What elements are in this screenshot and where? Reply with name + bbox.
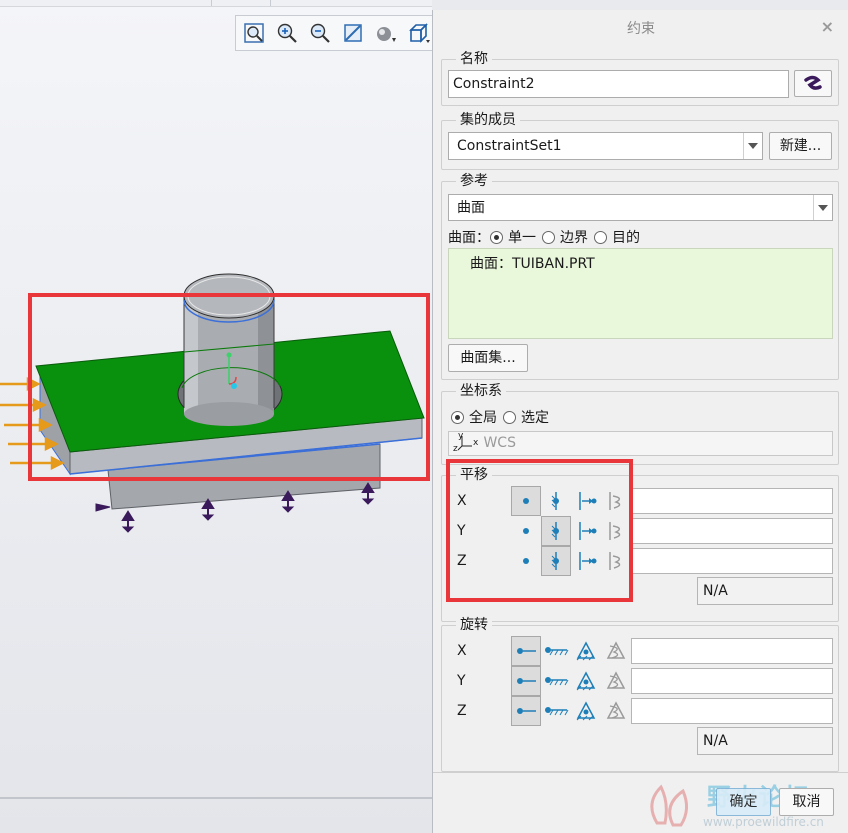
rotation-x-rot-prescribed-icon[interactable]: [571, 636, 601, 666]
shading-icon[interactable]: [374, 21, 398, 45]
translation-z-free-icon[interactable]: [511, 546, 541, 576]
surface-option-row: 曲面： 单一 边界 目的: [448, 227, 646, 247]
rotation-y-rot-free-icon[interactable]: [511, 666, 541, 696]
csys-option-row: 全局 选定: [451, 407, 555, 427]
rotation-z-rot-prescribed-icon[interactable]: [571, 696, 601, 726]
radio-boundary[interactable]: [542, 231, 555, 244]
radio-single-label: 单一: [508, 230, 536, 246]
rotation-z-label: Z: [457, 703, 467, 719]
translation-z-prescribed-icon[interactable]: [571, 546, 601, 576]
constraint-dialog: 约束 × 名称 Constraint2 集的成员 ConstraintSet1 …: [432, 10, 848, 833]
close-icon[interactable]: ×: [821, 18, 834, 36]
constraint-set-value: ConstraintSet1: [457, 138, 562, 154]
watermark-url: www.proewildfire.cn: [703, 815, 824, 829]
rotation-x-value[interactable]: [631, 638, 833, 664]
zoom-fit-icon[interactable]: [242, 21, 266, 45]
view-cube-icon[interactable]: [407, 21, 431, 45]
rotation-x-label: X: [457, 643, 467, 659]
repaint-icon[interactable]: [341, 21, 365, 45]
reference-type-select[interactable]: 曲面: [448, 194, 833, 221]
translation-x-free-icon[interactable]: [511, 486, 541, 516]
rotation-z-value[interactable]: [631, 698, 833, 724]
reference-type-value: 曲面: [457, 200, 485, 216]
csys-group: 坐标系 全局 选定 y z x WCS: [441, 382, 839, 465]
name-input[interactable]: Constraint2: [448, 70, 789, 98]
translation-z-value[interactable]: [631, 548, 833, 574]
radio-intent[interactable]: [594, 231, 607, 244]
surface-label: 曲面：: [448, 230, 490, 246]
color-picker-button[interactable]: [794, 70, 832, 97]
translation-y-prescribed-icon[interactable]: [571, 516, 601, 546]
reference-legend: 参考: [456, 172, 492, 190]
rotation-y-rot-fixed-icon[interactable]: [541, 666, 571, 696]
reference-item[interactable]: 曲面：TUIBAN.PRT: [470, 253, 595, 273]
translation-y-function-icon[interactable]: [601, 516, 631, 546]
model-view: [0, 273, 425, 533]
new-set-button[interactable]: 新建...: [769, 132, 832, 160]
csys-field[interactable]: y z x WCS: [448, 431, 833, 456]
radio-selected-label: 选定: [521, 410, 549, 426]
reference-group: 参考 曲面 曲面： 单一 边界 目的 曲面：TUIBAN.PRT 曲面集...: [441, 172, 839, 380]
radio-selected[interactable]: [503, 411, 516, 424]
translation-group: 平移 X Y Z N/A: [441, 466, 839, 622]
viewport-divider: [0, 797, 432, 799]
ok-button[interactable]: 确定: [716, 788, 771, 816]
radio-boundary-label: 边界: [560, 230, 588, 246]
rotation-x-rot-fixed-icon[interactable]: [541, 636, 571, 666]
rotation-units[interactable]: N/A: [697, 727, 833, 755]
radio-global[interactable]: [451, 411, 464, 424]
rotation-group: 旋转 X Y Z N/A: [441, 616, 839, 772]
dialog-title: 约束: [627, 21, 655, 37]
radio-intent-label: 目的: [612, 230, 640, 246]
rotation-y-rot-function-icon[interactable]: [601, 666, 631, 696]
zoom-in-icon[interactable]: [275, 21, 299, 45]
translation-z-fixed-icon[interactable]: [541, 546, 571, 576]
graphics-viewport[interactable]: [0, 0, 432, 833]
translation-y-free-icon[interactable]: [511, 516, 541, 546]
csys-value: WCS: [483, 435, 516, 451]
reference-collector[interactable]: 曲面：TUIBAN.PRT: [448, 248, 833, 339]
constraint-color-icon: [804, 75, 822, 90]
rotation-legend: 旋转: [456, 616, 492, 634]
csys-icon: y z x: [453, 431, 479, 454]
translation-z-label: Z: [457, 553, 467, 569]
radio-single[interactable]: [490, 231, 503, 244]
rotation-z-rot-function-icon[interactable]: [601, 696, 631, 726]
rotation-y-label: Y: [457, 673, 466, 689]
set-member-legend: 集的成员: [456, 111, 520, 129]
name-group: 名称 Constraint2: [441, 50, 839, 106]
rotation-y-value[interactable]: [631, 668, 833, 694]
watermark-logo-icon: [650, 784, 688, 827]
translation-x-value[interactable]: [631, 488, 833, 514]
translation-x-label: X: [457, 493, 467, 509]
cancel-button[interactable]: 取消: [779, 788, 834, 816]
surface-set-button[interactable]: 曲面集...: [448, 344, 528, 372]
translation-x-fixed-icon[interactable]: [541, 486, 571, 516]
translation-z-function-icon[interactable]: [601, 546, 631, 576]
rotation-z-rot-fixed-icon[interactable]: [541, 696, 571, 726]
translation-y-fixed-icon[interactable]: [541, 516, 571, 546]
rotation-y-rot-prescribed-icon[interactable]: [571, 666, 601, 696]
constraint-set-select[interactable]: ConstraintSet1: [448, 132, 763, 160]
translation-units[interactable]: N/A: [697, 577, 833, 605]
translation-y-value[interactable]: [631, 518, 833, 544]
radio-global-label: 全局: [469, 410, 497, 426]
translation-x-prescribed-icon[interactable]: [571, 486, 601, 516]
view-toolbar: [235, 15, 432, 51]
set-member-group: 集的成员 ConstraintSet1 新建...: [441, 111, 839, 170]
translation-y-label: Y: [457, 523, 466, 539]
zoom-out-icon[interactable]: [308, 21, 332, 45]
csys-legend: 坐标系: [456, 382, 506, 400]
rotation-x-rot-free-icon[interactable]: [511, 636, 541, 666]
rotation-x-rot-function-icon[interactable]: [601, 636, 631, 666]
chevron-down-icon[interactable]: [813, 195, 832, 220]
translation-legend: 平移: [456, 466, 492, 484]
name-legend: 名称: [456, 50, 492, 68]
chevron-down-icon[interactable]: [743, 133, 762, 159]
translation-x-function-icon[interactable]: [601, 486, 631, 516]
rotation-z-rot-free-icon[interactable]: [511, 696, 541, 726]
